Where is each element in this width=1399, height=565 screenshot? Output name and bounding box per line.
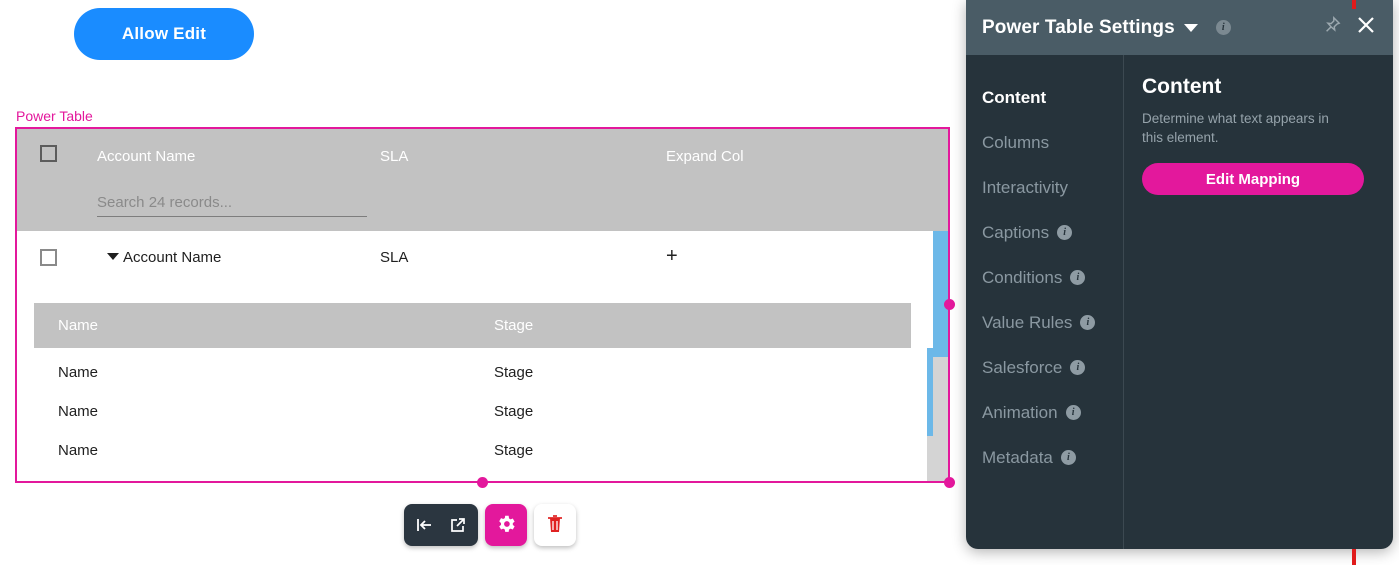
expand-caret-icon[interactable] bbox=[107, 253, 119, 260]
sidebar-item-label: Conditions bbox=[982, 267, 1063, 287]
power-table-scrollbar[interactable] bbox=[933, 231, 948, 481]
nested-cell-stage: Stage bbox=[494, 403, 534, 420]
resize-handle-right[interactable] bbox=[944, 299, 955, 310]
info-icon[interactable]: i bbox=[1215, 20, 1231, 35]
info-icon[interactable]: i bbox=[1080, 315, 1096, 330]
info-icon[interactable]: i bbox=[1057, 225, 1073, 240]
power-table: Account Name SLA Expand Col Account Name… bbox=[17, 129, 948, 481]
sidebar-item-label: Animation bbox=[982, 402, 1058, 422]
delete-button[interactable] bbox=[534, 504, 576, 546]
sidebar-item-columns[interactable]: Columns bbox=[982, 120, 1123, 165]
sidebar-item-interactivity[interactable]: Interactivity bbox=[982, 165, 1123, 210]
cell-sla: SLA bbox=[380, 249, 409, 266]
sidebar-item-captions[interactable]: Captions i bbox=[982, 210, 1123, 255]
resize-marker-top[interactable] bbox=[1352, 0, 1356, 9]
selection-frame[interactable]: Account Name SLA Expand Col Account Name… bbox=[15, 127, 955, 488]
sidebar-item-label: Content bbox=[982, 87, 1047, 107]
nested-cell-stage: Stage bbox=[494, 364, 534, 381]
sidebar-item-value-rules[interactable]: Value Rules i bbox=[982, 300, 1123, 345]
content-title: Content bbox=[1142, 75, 1222, 98]
sidebar-item-content[interactable]: Content bbox=[982, 75, 1123, 120]
panel-content: Content Determine what text appears in t… bbox=[1124, 55, 1393, 549]
toolbar-group bbox=[404, 504, 478, 546]
sidebar-item-conditions[interactable]: Conditions i bbox=[982, 255, 1123, 300]
nested-cell-name: Name bbox=[58, 364, 99, 381]
sidebar-item-label: Interactivity bbox=[982, 177, 1068, 197]
sidebar-item-label: Columns bbox=[982, 132, 1050, 152]
nested-cell-name: Name bbox=[58, 403, 99, 420]
nested-column-header-stage[interactable]: Stage bbox=[494, 317, 533, 334]
table-row[interactable]: Account Name SLA + bbox=[17, 231, 948, 291]
select-all-checkbox[interactable] bbox=[40, 145, 57, 162]
nested-cell-name: Name bbox=[58, 442, 99, 459]
external-link-icon[interactable] bbox=[448, 515, 468, 535]
info-icon[interactable]: i bbox=[1065, 405, 1081, 420]
power-table-header: Account Name SLA Expand Col bbox=[17, 129, 948, 231]
content-description: Determine what text appears in this elem… bbox=[1142, 111, 1329, 145]
nested-table-row[interactable]: Name Stage bbox=[34, 393, 911, 432]
nested-column-header-name[interactable]: Name bbox=[58, 317, 98, 334]
info-icon[interactable]: i bbox=[1060, 450, 1076, 465]
select-all-checkbox-wrap[interactable] bbox=[40, 145, 57, 167]
selection-label: Power Table bbox=[16, 108, 93, 124]
gear-icon bbox=[495, 513, 517, 538]
sidebar-item-animation[interactable]: Animation i bbox=[982, 390, 1123, 435]
cell-expand-plus-icon[interactable]: + bbox=[666, 246, 678, 266]
resize-marker-bottom[interactable] bbox=[1352, 549, 1356, 565]
sidebar-item-label: Metadata bbox=[982, 447, 1053, 467]
info-icon[interactable]: i bbox=[1070, 270, 1086, 285]
collapse-left-icon[interactable] bbox=[414, 515, 434, 535]
nested-table: Name Stage Name Stage Name Stage Name St… bbox=[34, 303, 941, 481]
resize-handle-bottom[interactable] bbox=[476, 477, 488, 488]
power-table-scrollbar-thumb[interactable] bbox=[933, 231, 948, 357]
row-checkbox[interactable] bbox=[40, 249, 57, 266]
search-input[interactable] bbox=[97, 189, 367, 217]
pin-icon[interactable] bbox=[1323, 16, 1341, 39]
column-header-sla[interactable]: SLA bbox=[380, 148, 408, 165]
nested-table-row[interactable]: Name Stage bbox=[34, 432, 911, 471]
app-canvas: Allow Edit Power Table Account Name SLA … bbox=[0, 0, 1399, 565]
sidebar-item-salesforce[interactable]: Salesforce i bbox=[982, 345, 1123, 390]
column-header-expand-col[interactable]: Expand Col bbox=[666, 148, 744, 165]
chevron-down-icon[interactable] bbox=[1183, 23, 1198, 32]
allow-edit-button[interactable]: Allow Edit bbox=[74, 8, 254, 60]
sidebar-item-metadata[interactable]: Metadata i bbox=[982, 435, 1123, 480]
column-header-account-name[interactable]: Account Name bbox=[97, 148, 195, 165]
element-toolbar bbox=[404, 504, 576, 546]
nested-table-row[interactable]: Name Stage bbox=[34, 354, 911, 393]
edit-mapping-button[interactable]: Edit Mapping bbox=[1142, 163, 1364, 195]
trash-icon bbox=[545, 513, 565, 538]
nested-cell-stage: Stage bbox=[494, 442, 534, 459]
resize-handle-corner[interactable] bbox=[944, 477, 955, 488]
settings-button[interactable] bbox=[485, 504, 527, 546]
row-checkbox-wrap[interactable] bbox=[40, 249, 57, 271]
settings-panel: Power Table Settings i Content Columns I… bbox=[966, 0, 1393, 549]
sidebar-item-label: Captions bbox=[982, 222, 1050, 242]
close-icon[interactable] bbox=[1355, 14, 1377, 41]
panel-title: Power Table Settings bbox=[982, 16, 1175, 38]
info-icon[interactable]: i bbox=[1070, 360, 1086, 375]
sidebar-item-label: Salesforce bbox=[982, 357, 1063, 377]
sidebar-item-label: Value Rules bbox=[982, 312, 1073, 332]
nested-table-header: Name Stage bbox=[34, 303, 911, 348]
cell-account-name: Account Name bbox=[123, 249, 222, 266]
panel-body: Content Columns Interactivity Captions i… bbox=[966, 55, 1393, 549]
panel-header: Power Table Settings i bbox=[966, 0, 1393, 55]
panel-nav: Content Columns Interactivity Captions i… bbox=[966, 55, 1124, 549]
